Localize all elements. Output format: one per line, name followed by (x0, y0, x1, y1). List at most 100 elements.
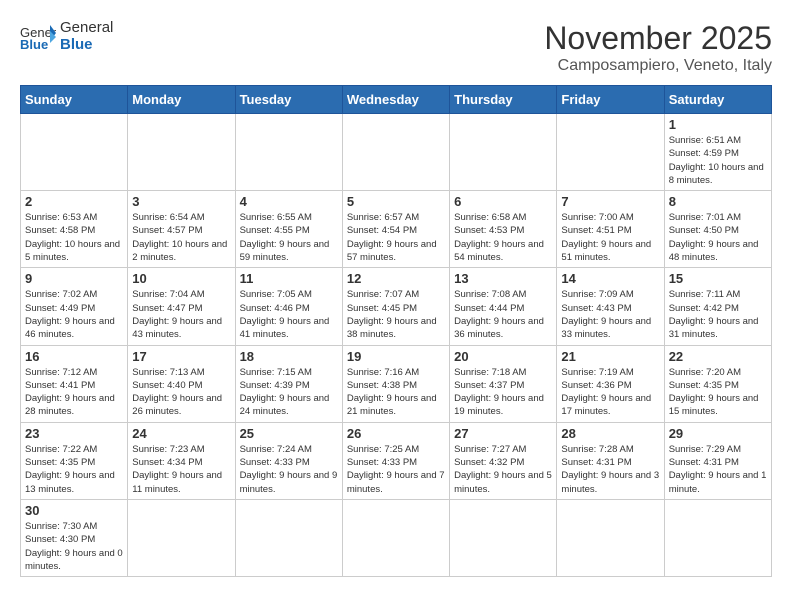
day-cell-5-1 (128, 499, 235, 576)
calendar-table: SundayMondayTuesdayWednesdayThursdayFrid… (20, 85, 772, 577)
day-info: Sunrise: 6:54 AM Sunset: 4:57 PM Dayligh… (132, 211, 230, 264)
day-number: 5 (347, 194, 445, 209)
header: General Blue General Blue November 2025 … (20, 20, 772, 75)
week-row-4: 23 Sunrise: 7:22 AM Sunset: 4:35 PM Dayli… (21, 422, 772, 499)
day-cell-0-2 (235, 114, 342, 191)
logo-blue-text: Blue (60, 37, 113, 54)
week-row-0: 1Sunrise: 6:51 AM Sunset: 4:59 PM Daylig… (21, 114, 772, 191)
day-info: Sunrise: 7:22 AM Sunset: 4:35 PM Dayligh… (25, 443, 123, 496)
weekday-header-wednesday: Wednesday (342, 86, 449, 114)
day-info: Sunrise: 7:24 AM Sunset: 4:33 PM Dayligh… (240, 443, 338, 496)
logo-general-text: General (60, 20, 113, 37)
day-number: 23 (25, 426, 123, 441)
day-info: Sunrise: 7:16 AM Sunset: 4:38 PM Dayligh… (347, 366, 445, 419)
day-cell-2-4: 13Sunrise: 7:08 AM Sunset: 4:44 PM Dayli… (450, 268, 557, 345)
day-number: 12 (347, 271, 445, 286)
day-cell-5-3 (342, 499, 449, 576)
day-info: Sunrise: 7:09 AM Sunset: 4:43 PM Dayligh… (561, 288, 659, 341)
day-number: 16 (25, 349, 123, 364)
day-info: Sunrise: 7:28 AM Sunset: 4:31 PM Dayligh… (561, 443, 659, 496)
day-number: 7 (561, 194, 659, 209)
day-number: 3 (132, 194, 230, 209)
day-number: 28 (561, 426, 659, 441)
day-info: Sunrise: 7:05 AM Sunset: 4:46 PM Dayligh… (240, 288, 338, 341)
day-info: Sunrise: 7:02 AM Sunset: 4:49 PM Dayligh… (25, 288, 123, 341)
day-cell-2-6: 15 Sunrise: 7:11 AM Sunset: 4:42 PM Dayli… (664, 268, 771, 345)
day-number: 9 (25, 271, 123, 286)
day-number: 18 (240, 349, 338, 364)
day-number: 4 (240, 194, 338, 209)
week-row-5: 30 Sunrise: 7:30 AM Sunset: 4:30 PM Dayli… (21, 499, 772, 576)
day-number: 26 (347, 426, 445, 441)
day-info: Sunrise: 7:13 AM Sunset: 4:40 PM Dayligh… (132, 366, 230, 419)
day-cell-1-3: 5Sunrise: 6:57 AM Sunset: 4:54 PM Daylig… (342, 191, 449, 268)
day-cell-0-4 (450, 114, 557, 191)
day-info: Sunrise: 7:01 AM Sunset: 4:50 PM Dayligh… (669, 211, 767, 264)
day-cell-5-5 (557, 499, 664, 576)
day-cell-2-0: 9 Sunrise: 7:02 AM Sunset: 4:49 PM Daylig… (21, 268, 128, 345)
day-info: Sunrise: 7:23 AM Sunset: 4:34 PM Dayligh… (132, 443, 230, 496)
day-cell-4-2: 25 Sunrise: 7:24 AM Sunset: 4:33 PM Dayli… (235, 422, 342, 499)
day-cell-0-6: 1Sunrise: 6:51 AM Sunset: 4:59 PM Daylig… (664, 114, 771, 191)
weekday-header-sunday: Sunday (21, 86, 128, 114)
day-number: 15 (669, 271, 767, 286)
day-cell-3-1: 17 Sunrise: 7:13 AM Sunset: 4:40 PM Dayli… (128, 345, 235, 422)
day-info: Sunrise: 6:51 AM Sunset: 4:59 PM Dayligh… (669, 134, 767, 187)
day-number: 20 (454, 349, 552, 364)
day-cell-2-5: 14 Sunrise: 7:09 AM Sunset: 4:43 PM Dayli… (557, 268, 664, 345)
week-row-3: 16 Sunrise: 7:12 AM Sunset: 4:41 PM Dayli… (21, 345, 772, 422)
day-cell-3-5: 21 Sunrise: 7:19 AM Sunset: 4:36 PM Dayli… (557, 345, 664, 422)
day-cell-4-5: 28 Sunrise: 7:28 AM Sunset: 4:31 PM Dayli… (557, 422, 664, 499)
day-cell-0-1 (128, 114, 235, 191)
day-cell-5-6 (664, 499, 771, 576)
weekday-header-monday: Monday (128, 86, 235, 114)
weekday-header-tuesday: Tuesday (235, 86, 342, 114)
day-info: Sunrise: 7:27 AM Sunset: 4:32 PM Dayligh… (454, 443, 552, 496)
day-cell-2-1: 10Sunrise: 7:04 AM Sunset: 4:47 PM Dayli… (128, 268, 235, 345)
day-info: Sunrise: 6:55 AM Sunset: 4:55 PM Dayligh… (240, 211, 338, 264)
location-title: Camposampiero, Veneto, Italy (544, 57, 772, 75)
day-info: Sunrise: 7:20 AM Sunset: 4:35 PM Dayligh… (669, 366, 767, 419)
weekday-header-row: SundayMondayTuesdayWednesdayThursdayFrid… (21, 86, 772, 114)
day-cell-1-4: 6Sunrise: 6:58 AM Sunset: 4:53 PM Daylig… (450, 191, 557, 268)
day-info: Sunrise: 7:29 AM Sunset: 4:31 PM Dayligh… (669, 443, 767, 496)
day-info: Sunrise: 7:11 AM Sunset: 4:42 PM Dayligh… (669, 288, 767, 341)
day-cell-0-5 (557, 114, 664, 191)
day-cell-4-4: 27Sunrise: 7:27 AM Sunset: 4:32 PM Dayli… (450, 422, 557, 499)
day-number: 19 (347, 349, 445, 364)
day-cell-1-2: 4 Sunrise: 6:55 AM Sunset: 4:55 PM Daylig… (235, 191, 342, 268)
day-info: Sunrise: 7:15 AM Sunset: 4:39 PM Dayligh… (240, 366, 338, 419)
day-cell-4-0: 23 Sunrise: 7:22 AM Sunset: 4:35 PM Dayli… (21, 422, 128, 499)
day-info: Sunrise: 7:30 AM Sunset: 4:30 PM Dayligh… (25, 520, 123, 573)
day-info: Sunrise: 7:19 AM Sunset: 4:36 PM Dayligh… (561, 366, 659, 419)
day-info: Sunrise: 6:53 AM Sunset: 4:58 PM Dayligh… (25, 211, 123, 264)
day-number: 6 (454, 194, 552, 209)
day-number: 24 (132, 426, 230, 441)
day-cell-3-3: 19 Sunrise: 7:16 AM Sunset: 4:38 PM Dayli… (342, 345, 449, 422)
day-number: 25 (240, 426, 338, 441)
day-info: Sunrise: 7:12 AM Sunset: 4:41 PM Dayligh… (25, 366, 123, 419)
day-number: 10 (132, 271, 230, 286)
week-row-1: 2 Sunrise: 6:53 AM Sunset: 4:58 PM Daylig… (21, 191, 772, 268)
day-cell-2-2: 11Sunrise: 7:05 AM Sunset: 4:46 PM Dayli… (235, 268, 342, 345)
day-number: 2 (25, 194, 123, 209)
day-cell-5-0: 30 Sunrise: 7:30 AM Sunset: 4:30 PM Dayli… (21, 499, 128, 576)
logo: General Blue General Blue (20, 20, 113, 53)
day-cell-3-4: 20 Sunrise: 7:18 AM Sunset: 4:37 PM Dayli… (450, 345, 557, 422)
day-info: Sunrise: 7:18 AM Sunset: 4:37 PM Dayligh… (454, 366, 552, 419)
day-number: 14 (561, 271, 659, 286)
day-number: 29 (669, 426, 767, 441)
day-cell-1-6: 8 Sunrise: 7:01 AM Sunset: 4:50 PM Daylig… (664, 191, 771, 268)
day-info: Sunrise: 7:00 AM Sunset: 4:51 PM Dayligh… (561, 211, 659, 264)
day-number: 30 (25, 503, 123, 518)
day-number: 21 (561, 349, 659, 364)
day-cell-1-5: 7 Sunrise: 7:00 AM Sunset: 4:51 PM Daylig… (557, 191, 664, 268)
day-number: 8 (669, 194, 767, 209)
day-cell-3-0: 16 Sunrise: 7:12 AM Sunset: 4:41 PM Dayli… (21, 345, 128, 422)
day-cell-0-0 (21, 114, 128, 191)
day-number: 17 (132, 349, 230, 364)
title-area: November 2025 Camposampiero, Veneto, Ita… (544, 20, 772, 75)
day-info: Sunrise: 7:07 AM Sunset: 4:45 PM Dayligh… (347, 288, 445, 341)
day-number: 13 (454, 271, 552, 286)
day-cell-5-4 (450, 499, 557, 576)
